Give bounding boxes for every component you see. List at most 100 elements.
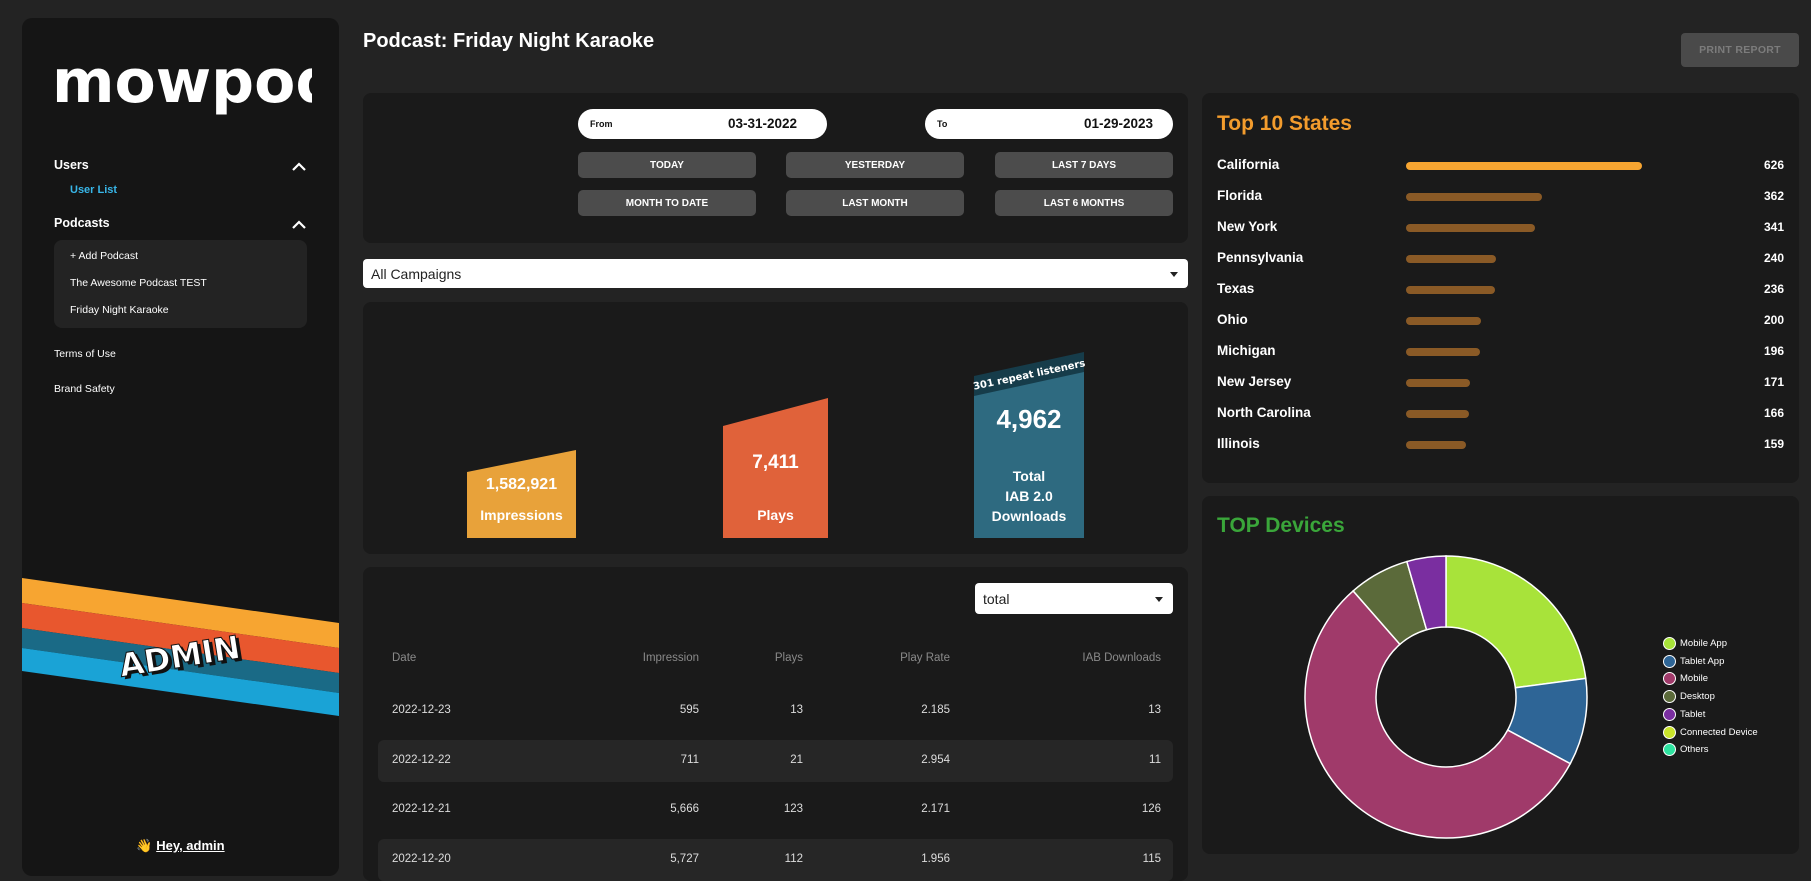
column-header-play-rate[interactable]: Play Rate	[850, 652, 950, 664]
greeting-text[interactable]: Hey, admin	[156, 838, 224, 853]
state-value: 362	[1763, 189, 1784, 203]
states-panel	[1202, 93, 1799, 483]
nav-users[interactable]: Users	[54, 158, 89, 172]
cell-play-rate: 2.954	[921, 754, 950, 766]
chevron-up-icon[interactable]	[292, 220, 306, 230]
table-row: 2022-12-21 5,666 123 2.171 126	[378, 789, 1173, 831]
last-6-months-button[interactable]: LAST 6 MONTHS	[995, 190, 1173, 216]
states-title: Top 10 States	[1217, 112, 1352, 135]
state-bar	[1406, 379, 1470, 387]
last-7-days-button[interactable]: LAST 7 DAYS	[995, 152, 1173, 178]
state-name: New York	[1217, 219, 1278, 234]
today-button[interactable]: TODAY	[578, 152, 756, 178]
last-month-button[interactable]: LAST MONTH	[786, 190, 964, 216]
cell-date: 2022-12-23	[392, 704, 451, 716]
legend-item[interactable]: Tablet App	[1663, 654, 1725, 668]
podcast-list: + Add Podcast The Awesome Podcast TEST F…	[54, 240, 307, 328]
column-header-iab-downloads[interactable]: IAB Downloads	[1040, 652, 1161, 664]
legend-label: Connected Device	[1680, 726, 1758, 738]
cell-date: 2022-12-21	[392, 803, 451, 815]
to-value: 01-29-2023	[1083, 116, 1153, 131]
state-bar	[1406, 255, 1496, 263]
downloads-value: 4,962	[996, 404, 1062, 434]
legend-item[interactable]: Others	[1663, 743, 1709, 757]
admin-banner: ADMIN ADMIN	[22, 578, 339, 716]
cell-play-rate: 2.185	[921, 704, 950, 716]
state-value: 159	[1763, 437, 1784, 451]
state-value: 240	[1763, 251, 1784, 265]
legend-item[interactable]: Tablet	[1663, 707, 1706, 721]
column-header-date[interactable]: Date	[392, 652, 416, 664]
chevron-up-icon[interactable]	[292, 162, 306, 172]
cell-impression: 595	[679, 704, 699, 716]
legend-label: Tablet	[1680, 708, 1706, 720]
cell-impression: 5,666	[670, 803, 699, 815]
downloads-label-iab: IAB 2.0	[1005, 488, 1053, 504]
from-date-input[interactable]: From 03-31-2022	[578, 109, 827, 139]
podcast-item[interactable]: Friday Night Karaoke	[70, 304, 169, 316]
state-name: Michigan	[1217, 343, 1276, 358]
table-row: 2022-12-20 5,727 112 1.956 115	[378, 839, 1173, 881]
month-to-date-button[interactable]: MONTH TO DATE	[578, 190, 756, 216]
legend-swatch	[1663, 725, 1676, 739]
cell-plays: 123	[783, 803, 803, 815]
legend-label: Tablet App	[1680, 655, 1725, 667]
table-row: 2022-12-23 595 13 2.185 13	[378, 690, 1173, 732]
add-podcast-link[interactable]: + Add Podcast	[70, 250, 138, 262]
state-bar	[1406, 224, 1535, 232]
column-header-impression[interactable]: Impression	[600, 652, 699, 664]
logo-text: mowpod	[52, 47, 312, 117]
state-name: New Jersey	[1217, 374, 1292, 389]
column-header-plays[interactable]: Plays	[740, 652, 803, 664]
nav-brand-safety[interactable]: Brand Safety	[54, 383, 115, 395]
state-bar	[1406, 317, 1481, 325]
podcast-item[interactable]: The Awesome Podcast TEST	[70, 277, 207, 289]
greeting[interactable]: 👋 Hey, admin	[22, 838, 339, 854]
nav-podcasts[interactable]: Podcasts	[54, 216, 110, 230]
date-panel: From 03-31-2022 To 01-29-2023 TODAY YEST…	[363, 93, 1188, 243]
yesterday-button[interactable]: YESTERDAY	[786, 152, 964, 178]
legend-item[interactable]: Mobile App	[1663, 637, 1727, 650]
legend-item[interactable]: Desktop	[1663, 690, 1715, 704]
wave-icon: 👋	[136, 838, 153, 853]
nav-terms[interactable]: Terms of Use	[54, 348, 116, 360]
downloads-label-total: Total	[1012, 468, 1046, 484]
cell-plays: 13	[790, 704, 803, 716]
table-row: 2022-12-22 711 21 2.954 11	[378, 740, 1173, 782]
cell-impression: 711	[680, 754, 699, 766]
state-name: Florida	[1217, 188, 1263, 203]
cell-date: 2022-12-20	[392, 853, 451, 865]
plays-label: Plays	[757, 507, 794, 523]
from-value: 03-31-2022	[727, 116, 797, 131]
legend-item[interactable]: Connected Device	[1663, 725, 1758, 739]
state-value: 626	[1763, 158, 1784, 172]
state-bar	[1406, 441, 1466, 449]
impressions-bar	[467, 450, 576, 538]
state-value: 341	[1763, 220, 1784, 234]
state-name: North Carolina	[1217, 405, 1311, 420]
cell-plays: 21	[790, 754, 803, 766]
state-value: 166	[1763, 406, 1784, 420]
legend-label: Others	[1680, 744, 1709, 756]
legend-item[interactable]: Mobile	[1663, 672, 1708, 686]
to-date-input[interactable]: To 01-29-2023	[925, 109, 1173, 139]
mowpod-logo[interactable]: mowpod	[52, 40, 338, 130]
state-name: Texas	[1217, 281, 1255, 296]
legend-swatch	[1663, 637, 1676, 650]
state-value: 196	[1763, 344, 1784, 358]
metric-select[interactable]: total	[975, 583, 1173, 614]
from-label: From	[590, 119, 613, 129]
devices-donut-chart	[1304, 555, 1588, 839]
campaign-select[interactable]: All Campaigns	[363, 259, 1188, 288]
caret-down-icon	[1155, 596, 1163, 602]
cell-iab-downloads: 126	[1141, 803, 1161, 815]
impressions-value: 1,582,921	[485, 476, 558, 493]
print-report-button[interactable]: PRINT REPORT	[1681, 33, 1799, 67]
campaign-select-value: All Campaigns	[371, 265, 462, 282]
nav-user-list[interactable]: User List	[70, 184, 117, 196]
impressions-label: Impressions	[480, 507, 563, 523]
legend-label: Desktop	[1680, 691, 1715, 703]
state-name: Ohio	[1217, 312, 1248, 327]
plays-value: 7,411	[752, 452, 799, 473]
state-bar	[1406, 410, 1469, 418]
